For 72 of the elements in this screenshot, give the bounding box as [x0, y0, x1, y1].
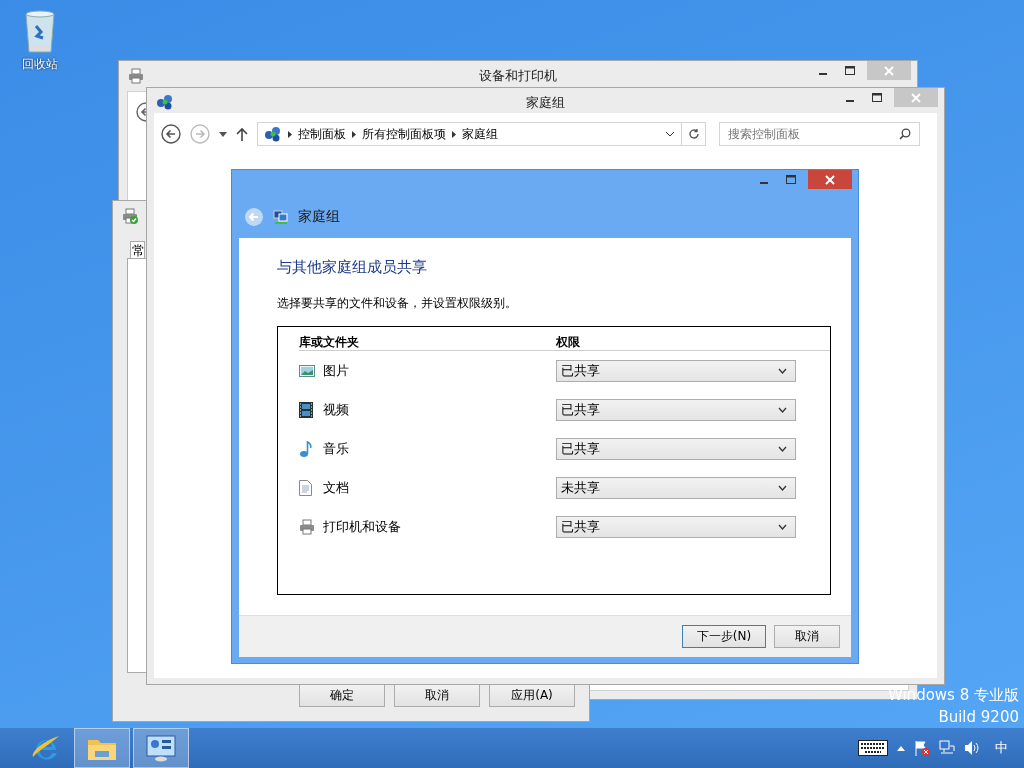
homegroup-icon	[273, 209, 289, 225]
window-title: 设备和打印机	[479, 67, 557, 85]
separator-icon	[352, 130, 356, 138]
chevron-icon	[778, 406, 787, 413]
library-name: 视频	[323, 400, 350, 419]
library-name: 图片	[323, 361, 350, 380]
back-button[interactable]	[161, 124, 181, 144]
library-name: 文档	[323, 478, 350, 497]
window-title: 家庭组	[526, 94, 565, 112]
keyboard-icon[interactable]	[858, 740, 888, 756]
control-panel-icon	[146, 734, 176, 762]
chevron-icon	[778, 484, 787, 491]
network-icon	[156, 94, 174, 110]
edition-text: Build 9200	[938, 707, 1019, 728]
picture-icon	[299, 363, 315, 378]
address-bar[interactable]: 控制面板 所有控制面板项 家庭组	[257, 122, 682, 146]
permission-dropdown[interactable]: 已共享	[556, 437, 796, 460]
printer-icon	[128, 68, 144, 84]
search-icon	[899, 128, 911, 140]
cancel-button[interactable]: 取消	[774, 625, 840, 648]
dialog-button[interactable]: 应用(A)	[489, 684, 575, 707]
close-button[interactable]	[808, 170, 852, 189]
instruction-text: 选择要共享的文件和设备，并设置权限级别。	[277, 295, 518, 312]
library-name: 音乐	[323, 439, 350, 458]
desktop-icon-label: 回收站	[22, 56, 58, 73]
network-icon	[264, 126, 282, 142]
printer-icon	[299, 518, 315, 535]
maximize-button[interactable]	[785, 174, 796, 185]
tab[interactable]: 常	[130, 241, 145, 259]
breadcrumb-item[interactable]: 家庭组	[462, 125, 498, 143]
document-icon	[299, 479, 312, 496]
permission-dropdown[interactable]: 未共享	[556, 476, 796, 499]
refresh-icon	[687, 128, 700, 140]
music-note-icon	[299, 440, 313, 457]
refresh-button[interactable]	[682, 122, 706, 146]
heading: 与其他家庭组成员共享	[277, 258, 428, 278]
close-icon	[825, 174, 835, 185]
separator-icon	[288, 130, 292, 138]
breadcrumb-item[interactable]: 控制面板	[298, 125, 346, 143]
breadcrumb-item[interactable]: 所有控制面板项	[362, 125, 446, 143]
maximize-button[interactable]	[871, 92, 882, 103]
column-header: 权限	[556, 334, 581, 351]
permission-dropdown[interactable]: 已共享	[556, 398, 796, 421]
close-icon	[911, 92, 921, 103]
chevron-icon	[778, 367, 787, 374]
printer-check-icon	[122, 208, 138, 224]
column-header: 库或文件夹	[299, 334, 360, 351]
dropdown-icon[interactable]	[219, 131, 227, 137]
volume-icon[interactable]	[964, 740, 980, 756]
permission-dropdown[interactable]: 已共享	[556, 515, 796, 538]
chevron-icon[interactable]	[665, 131, 675, 137]
search-field[interactable]: 搜索控制面板	[719, 122, 920, 146]
dialog-header: 家庭组	[298, 208, 340, 226]
taskbar-button[interactable]	[133, 728, 189, 768]
back-icon[interactable]	[136, 102, 146, 122]
chevron-icon	[778, 445, 787, 452]
input-language-button[interactable]: 中	[995, 739, 1008, 757]
close-icon	[884, 65, 894, 76]
flag-icon[interactable]	[914, 740, 930, 756]
film-icon	[299, 401, 313, 418]
next-button[interactable]: 下一步(N)	[682, 625, 766, 648]
separator-icon	[452, 130, 456, 138]
network-icon[interactable]	[939, 740, 955, 756]
recycle-bin-icon[interactable]	[23, 8, 57, 54]
maximize-button[interactable]	[844, 65, 855, 76]
dialog-button[interactable]: 取消	[394, 684, 480, 707]
library-name: 打印机和设备	[323, 517, 402, 536]
chevron-icon	[778, 523, 787, 530]
show-hidden-icons-button[interactable]	[897, 745, 905, 751]
dialog-button[interactable]: 确定	[299, 684, 385, 707]
permission-dropdown[interactable]: 已共享	[556, 359, 796, 382]
up-arrow-icon[interactable]	[236, 127, 248, 141]
